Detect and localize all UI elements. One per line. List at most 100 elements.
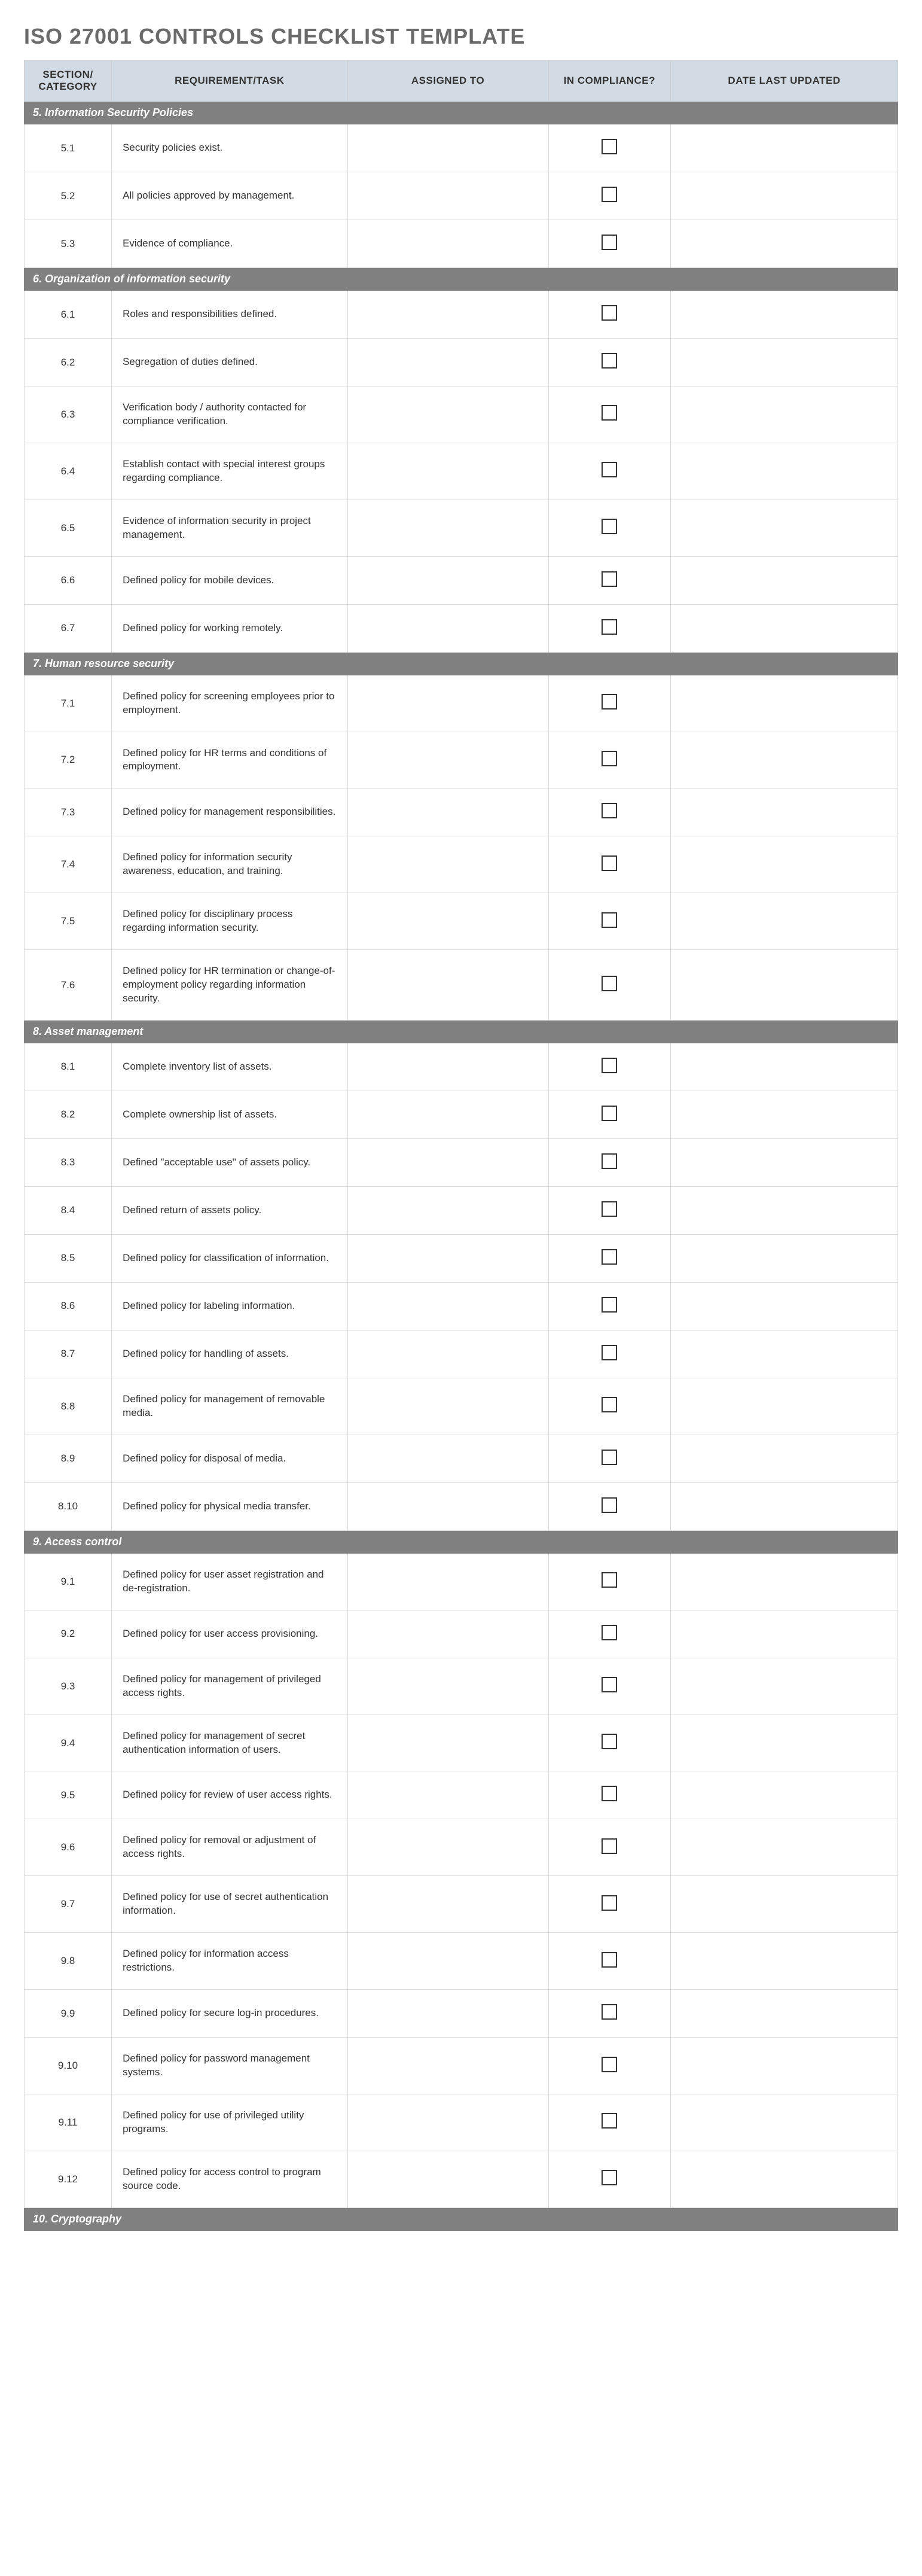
compliance-checkbox[interactable] [602, 1625, 617, 1640]
compliance-checkbox[interactable] [602, 462, 617, 477]
assigned-to[interactable] [347, 443, 548, 500]
compliance-checkbox[interactable] [602, 1201, 617, 1217]
assigned-to[interactable] [347, 386, 548, 443]
compliance-checkbox[interactable] [602, 1572, 617, 1588]
compliance-checkbox[interactable] [602, 976, 617, 991]
compliance-checkbox[interactable] [602, 912, 617, 928]
assigned-to[interactable] [347, 1330, 548, 1378]
compliance-checkbox[interactable] [602, 1058, 617, 1073]
assigned-to[interactable] [347, 1771, 548, 1819]
assigned-to[interactable] [347, 500, 548, 556]
date-last-updated[interactable] [671, 172, 898, 220]
compliance-checkbox[interactable] [602, 1952, 617, 1968]
date-last-updated[interactable] [671, 1378, 898, 1435]
assigned-to[interactable] [347, 172, 548, 220]
date-last-updated[interactable] [671, 386, 898, 443]
date-last-updated[interactable] [671, 2094, 898, 2151]
assigned-to[interactable] [347, 556, 548, 604]
date-last-updated[interactable] [671, 1610, 898, 1658]
assigned-to[interactable] [347, 1378, 548, 1435]
date-last-updated[interactable] [671, 788, 898, 836]
assigned-to[interactable] [347, 1282, 548, 1330]
date-last-updated[interactable] [671, 2038, 898, 2094]
assigned-to[interactable] [347, 1933, 548, 1990]
date-last-updated[interactable] [671, 1553, 898, 1610]
date-last-updated[interactable] [671, 1138, 898, 1186]
assigned-to[interactable] [347, 1658, 548, 1715]
compliance-checkbox[interactable] [602, 1786, 617, 1801]
compliance-checkbox[interactable] [602, 1249, 617, 1265]
compliance-checkbox[interactable] [602, 2057, 617, 2072]
assigned-to[interactable] [347, 1482, 548, 1530]
date-last-updated[interactable] [671, 1990, 898, 2038]
compliance-checkbox[interactable] [602, 305, 617, 321]
date-last-updated[interactable] [671, 836, 898, 893]
date-last-updated[interactable] [671, 443, 898, 500]
date-last-updated[interactable] [671, 1282, 898, 1330]
compliance-checkbox[interactable] [602, 751, 617, 766]
date-last-updated[interactable] [671, 893, 898, 950]
date-last-updated[interactable] [671, 1771, 898, 1819]
assigned-to[interactable] [347, 836, 548, 893]
compliance-checkbox[interactable] [602, 2113, 617, 2129]
date-last-updated[interactable] [671, 1043, 898, 1091]
compliance-checkbox[interactable] [602, 1677, 617, 1692]
compliance-checkbox[interactable] [602, 1450, 617, 1465]
date-last-updated[interactable] [671, 124, 898, 172]
assigned-to[interactable] [347, 124, 548, 172]
compliance-checkbox[interactable] [602, 139, 617, 154]
compliance-checkbox[interactable] [602, 2170, 617, 2185]
compliance-checkbox[interactable] [602, 694, 617, 710]
date-last-updated[interactable] [671, 339, 898, 386]
compliance-checkbox[interactable] [602, 1153, 617, 1169]
assigned-to[interactable] [347, 1091, 548, 1138]
compliance-checkbox[interactable] [602, 2004, 617, 2020]
assigned-to[interactable] [347, 1043, 548, 1091]
assigned-to[interactable] [347, 604, 548, 652]
assigned-to[interactable] [347, 1138, 548, 1186]
assigned-to[interactable] [347, 1990, 548, 2038]
compliance-checkbox[interactable] [602, 235, 617, 250]
date-last-updated[interactable] [671, 556, 898, 604]
date-last-updated[interactable] [671, 1435, 898, 1482]
date-last-updated[interactable] [671, 604, 898, 652]
assigned-to[interactable] [347, 788, 548, 836]
assigned-to[interactable] [347, 893, 548, 950]
date-last-updated[interactable] [671, 220, 898, 268]
date-last-updated[interactable] [671, 1876, 898, 1933]
compliance-checkbox[interactable] [602, 1297, 617, 1313]
date-last-updated[interactable] [671, 1819, 898, 1876]
compliance-checkbox[interactable] [602, 519, 617, 534]
compliance-checkbox[interactable] [602, 1397, 617, 1412]
date-last-updated[interactable] [671, 675, 898, 732]
assigned-to[interactable] [347, 1553, 548, 1610]
assigned-to[interactable] [347, 675, 548, 732]
date-last-updated[interactable] [671, 291, 898, 339]
compliance-checkbox[interactable] [602, 187, 617, 202]
assigned-to[interactable] [347, 2094, 548, 2151]
date-last-updated[interactable] [671, 1330, 898, 1378]
assigned-to[interactable] [347, 339, 548, 386]
assigned-to[interactable] [347, 1234, 548, 1282]
assigned-to[interactable] [347, 1876, 548, 1933]
assigned-to[interactable] [347, 732, 548, 788]
date-last-updated[interactable] [671, 2151, 898, 2207]
compliance-checkbox[interactable] [602, 803, 617, 818]
date-last-updated[interactable] [671, 1482, 898, 1530]
compliance-checkbox[interactable] [602, 1838, 617, 1854]
compliance-checkbox[interactable] [602, 571, 617, 587]
compliance-checkbox[interactable] [602, 1497, 617, 1513]
date-last-updated[interactable] [671, 950, 898, 1021]
compliance-checkbox[interactable] [602, 1734, 617, 1749]
date-last-updated[interactable] [671, 1933, 898, 1990]
compliance-checkbox[interactable] [602, 619, 617, 635]
compliance-checkbox[interactable] [602, 1345, 617, 1360]
assigned-to[interactable] [347, 2151, 548, 2207]
compliance-checkbox[interactable] [602, 405, 617, 421]
assigned-to[interactable] [347, 1610, 548, 1658]
date-last-updated[interactable] [671, 500, 898, 556]
compliance-checkbox[interactable] [602, 353, 617, 369]
date-last-updated[interactable] [671, 1715, 898, 1771]
assigned-to[interactable] [347, 2038, 548, 2094]
date-last-updated[interactable] [671, 732, 898, 788]
